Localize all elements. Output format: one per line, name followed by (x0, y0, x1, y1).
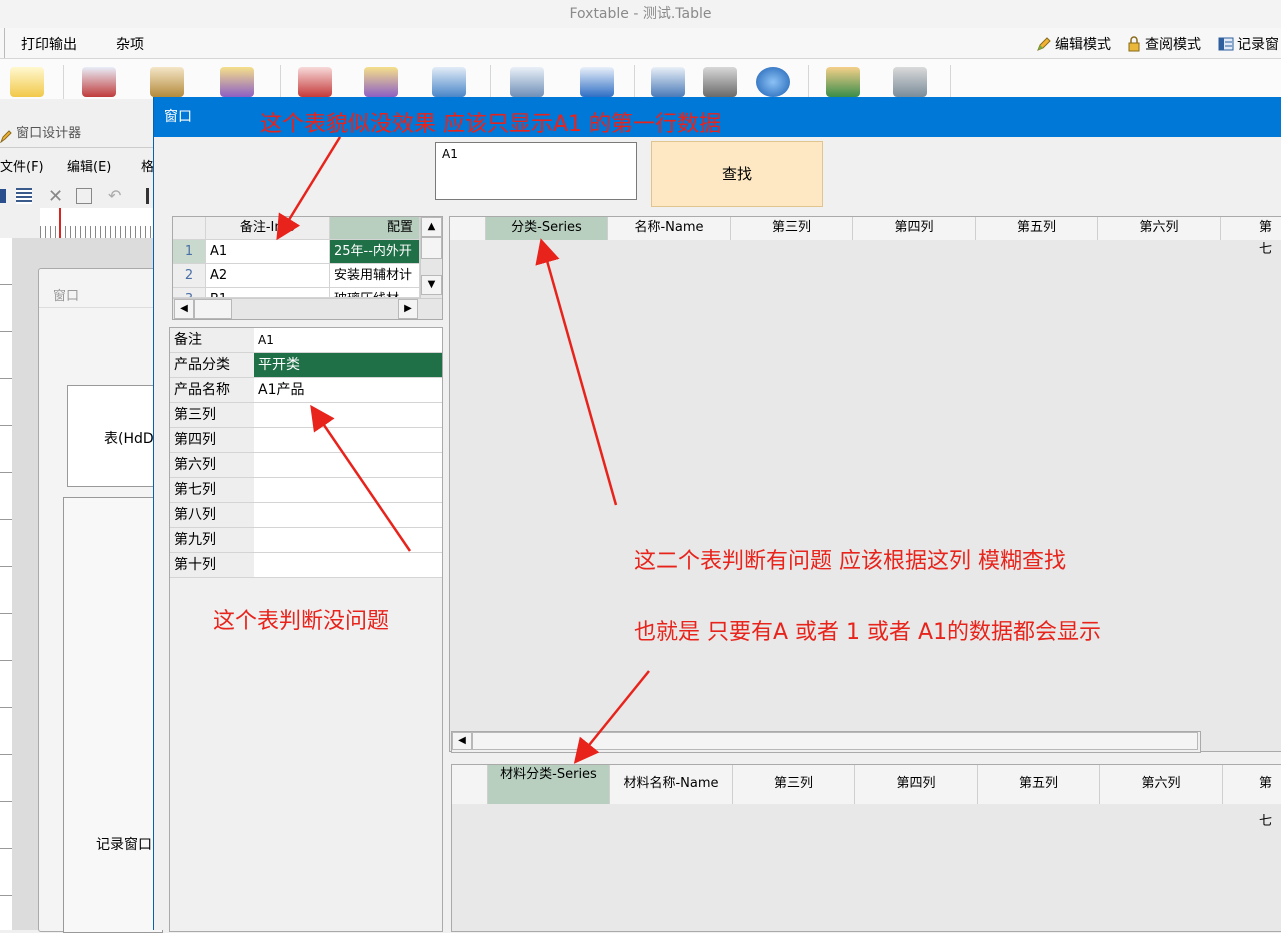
arrow-material (573, 670, 650, 764)
arrow-series (535, 238, 618, 506)
arrow-left (310, 404, 412, 552)
annotation-arrows (276, 136, 650, 764)
arrow-top (276, 136, 342, 241)
